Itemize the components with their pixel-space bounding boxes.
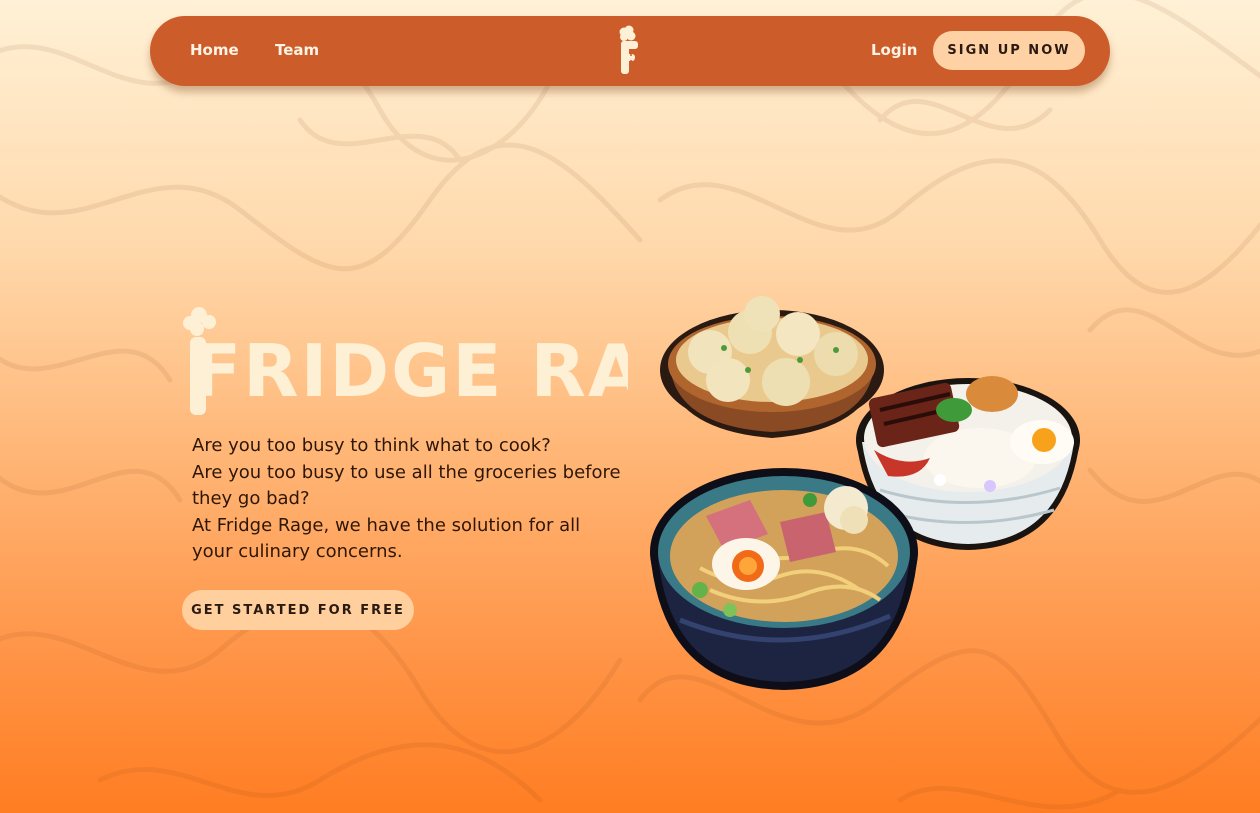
fridge-rage-brand-logo: FRIDGE RAGE bbox=[183, 307, 628, 415]
top-navbar: Home Team Login SIGN UP NOW bbox=[150, 16, 1110, 86]
fridge-rage-logo-icon[interactable] bbox=[616, 25, 644, 77]
get-started-button[interactable]: GET STARTED FOR FREE bbox=[182, 590, 414, 630]
hero-description: Are you too busy to think what to cook? … bbox=[192, 433, 622, 566]
nav-link-home[interactable]: Home bbox=[190, 41, 239, 59]
hero-line-3: At Fridge Rage, we have the solution for… bbox=[192, 514, 581, 563]
brand-title: FRIDGE RAGE bbox=[192, 329, 628, 413]
signup-button[interactable]: SIGN UP NOW bbox=[933, 31, 1085, 70]
nav-link-team[interactable]: Team bbox=[275, 41, 319, 59]
ramen-bowl-image bbox=[650, 468, 918, 690]
hero-line-1: Are you too busy to think what to cook? bbox=[192, 435, 551, 456]
dumpling-bowl-image bbox=[660, 296, 884, 438]
food-illustration bbox=[650, 296, 1080, 690]
nav-link-login[interactable]: Login bbox=[871, 41, 917, 59]
hero-line-2: Are you too busy to use all the grocerie… bbox=[192, 461, 621, 510]
